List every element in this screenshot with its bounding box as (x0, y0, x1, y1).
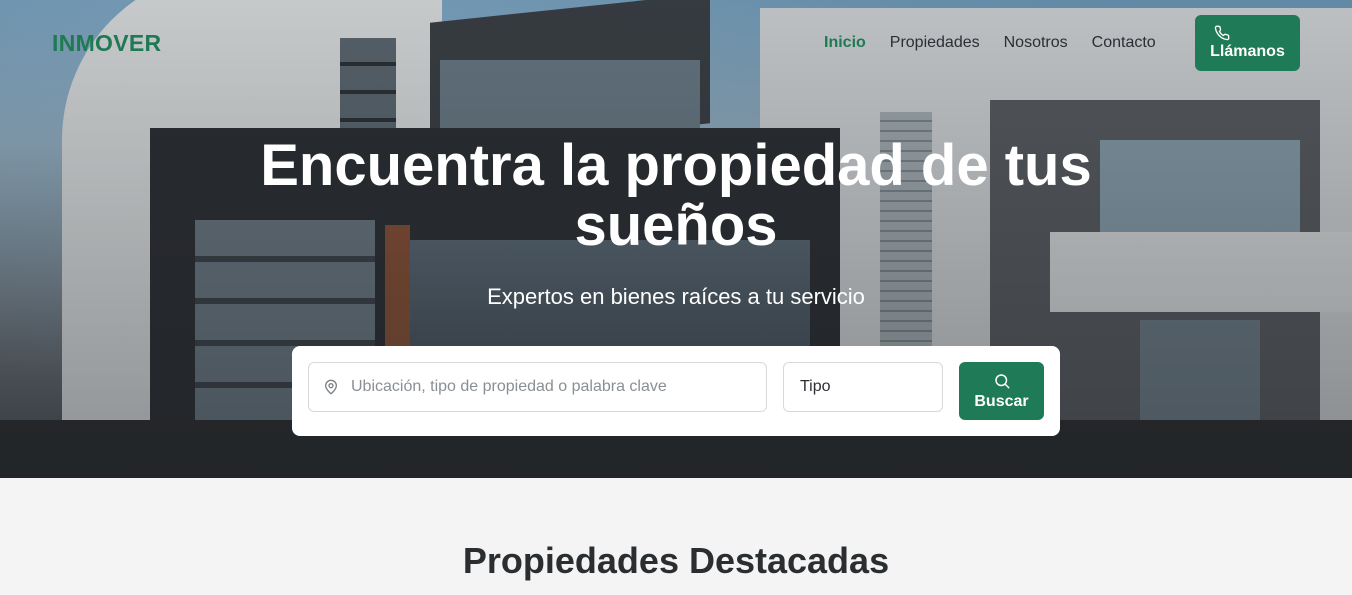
hero-subtitle: Expertos en bienes raíces a tu servicio (487, 284, 865, 309)
search-button-label: Buscar (974, 392, 1029, 410)
search-panel: Ubicación, tipo de propiedad o palabra c… (292, 346, 1060, 436)
map-pin-icon (325, 379, 337, 395)
search-icon (994, 373, 1009, 388)
main-nav: Inicio Propiedades Nosotros Contacto (824, 34, 1156, 52)
nav-item-inicio[interactable]: Inicio (824, 34, 866, 52)
nav-item-contacto[interactable]: Contacto (1092, 34, 1156, 52)
featured-section-title: Propiedades Destacadas (462, 540, 890, 581)
phone-icon (1214, 25, 1229, 41)
search-button[interactable]: Buscar (959, 362, 1044, 420)
hero-title: Encuentra la propiedad de tus sueños (260, 133, 1092, 258)
nav-item-nosotros[interactable]: Nosotros (1004, 34, 1068, 52)
call-button-label: Llámanos (1210, 43, 1285, 60)
logo[interactable]: INMOVER (52, 30, 161, 57)
call-button[interactable]: Llámanos (1195, 15, 1300, 71)
location-search-placeholder: Ubicación, tipo de propiedad o palabra c… (351, 378, 667, 395)
location-search-input[interactable]: Ubicación, tipo de propiedad o palabra c… (308, 362, 767, 412)
nav-item-propiedades[interactable]: Propiedades (890, 34, 980, 52)
property-type-select[interactable]: Tipo (783, 362, 943, 412)
